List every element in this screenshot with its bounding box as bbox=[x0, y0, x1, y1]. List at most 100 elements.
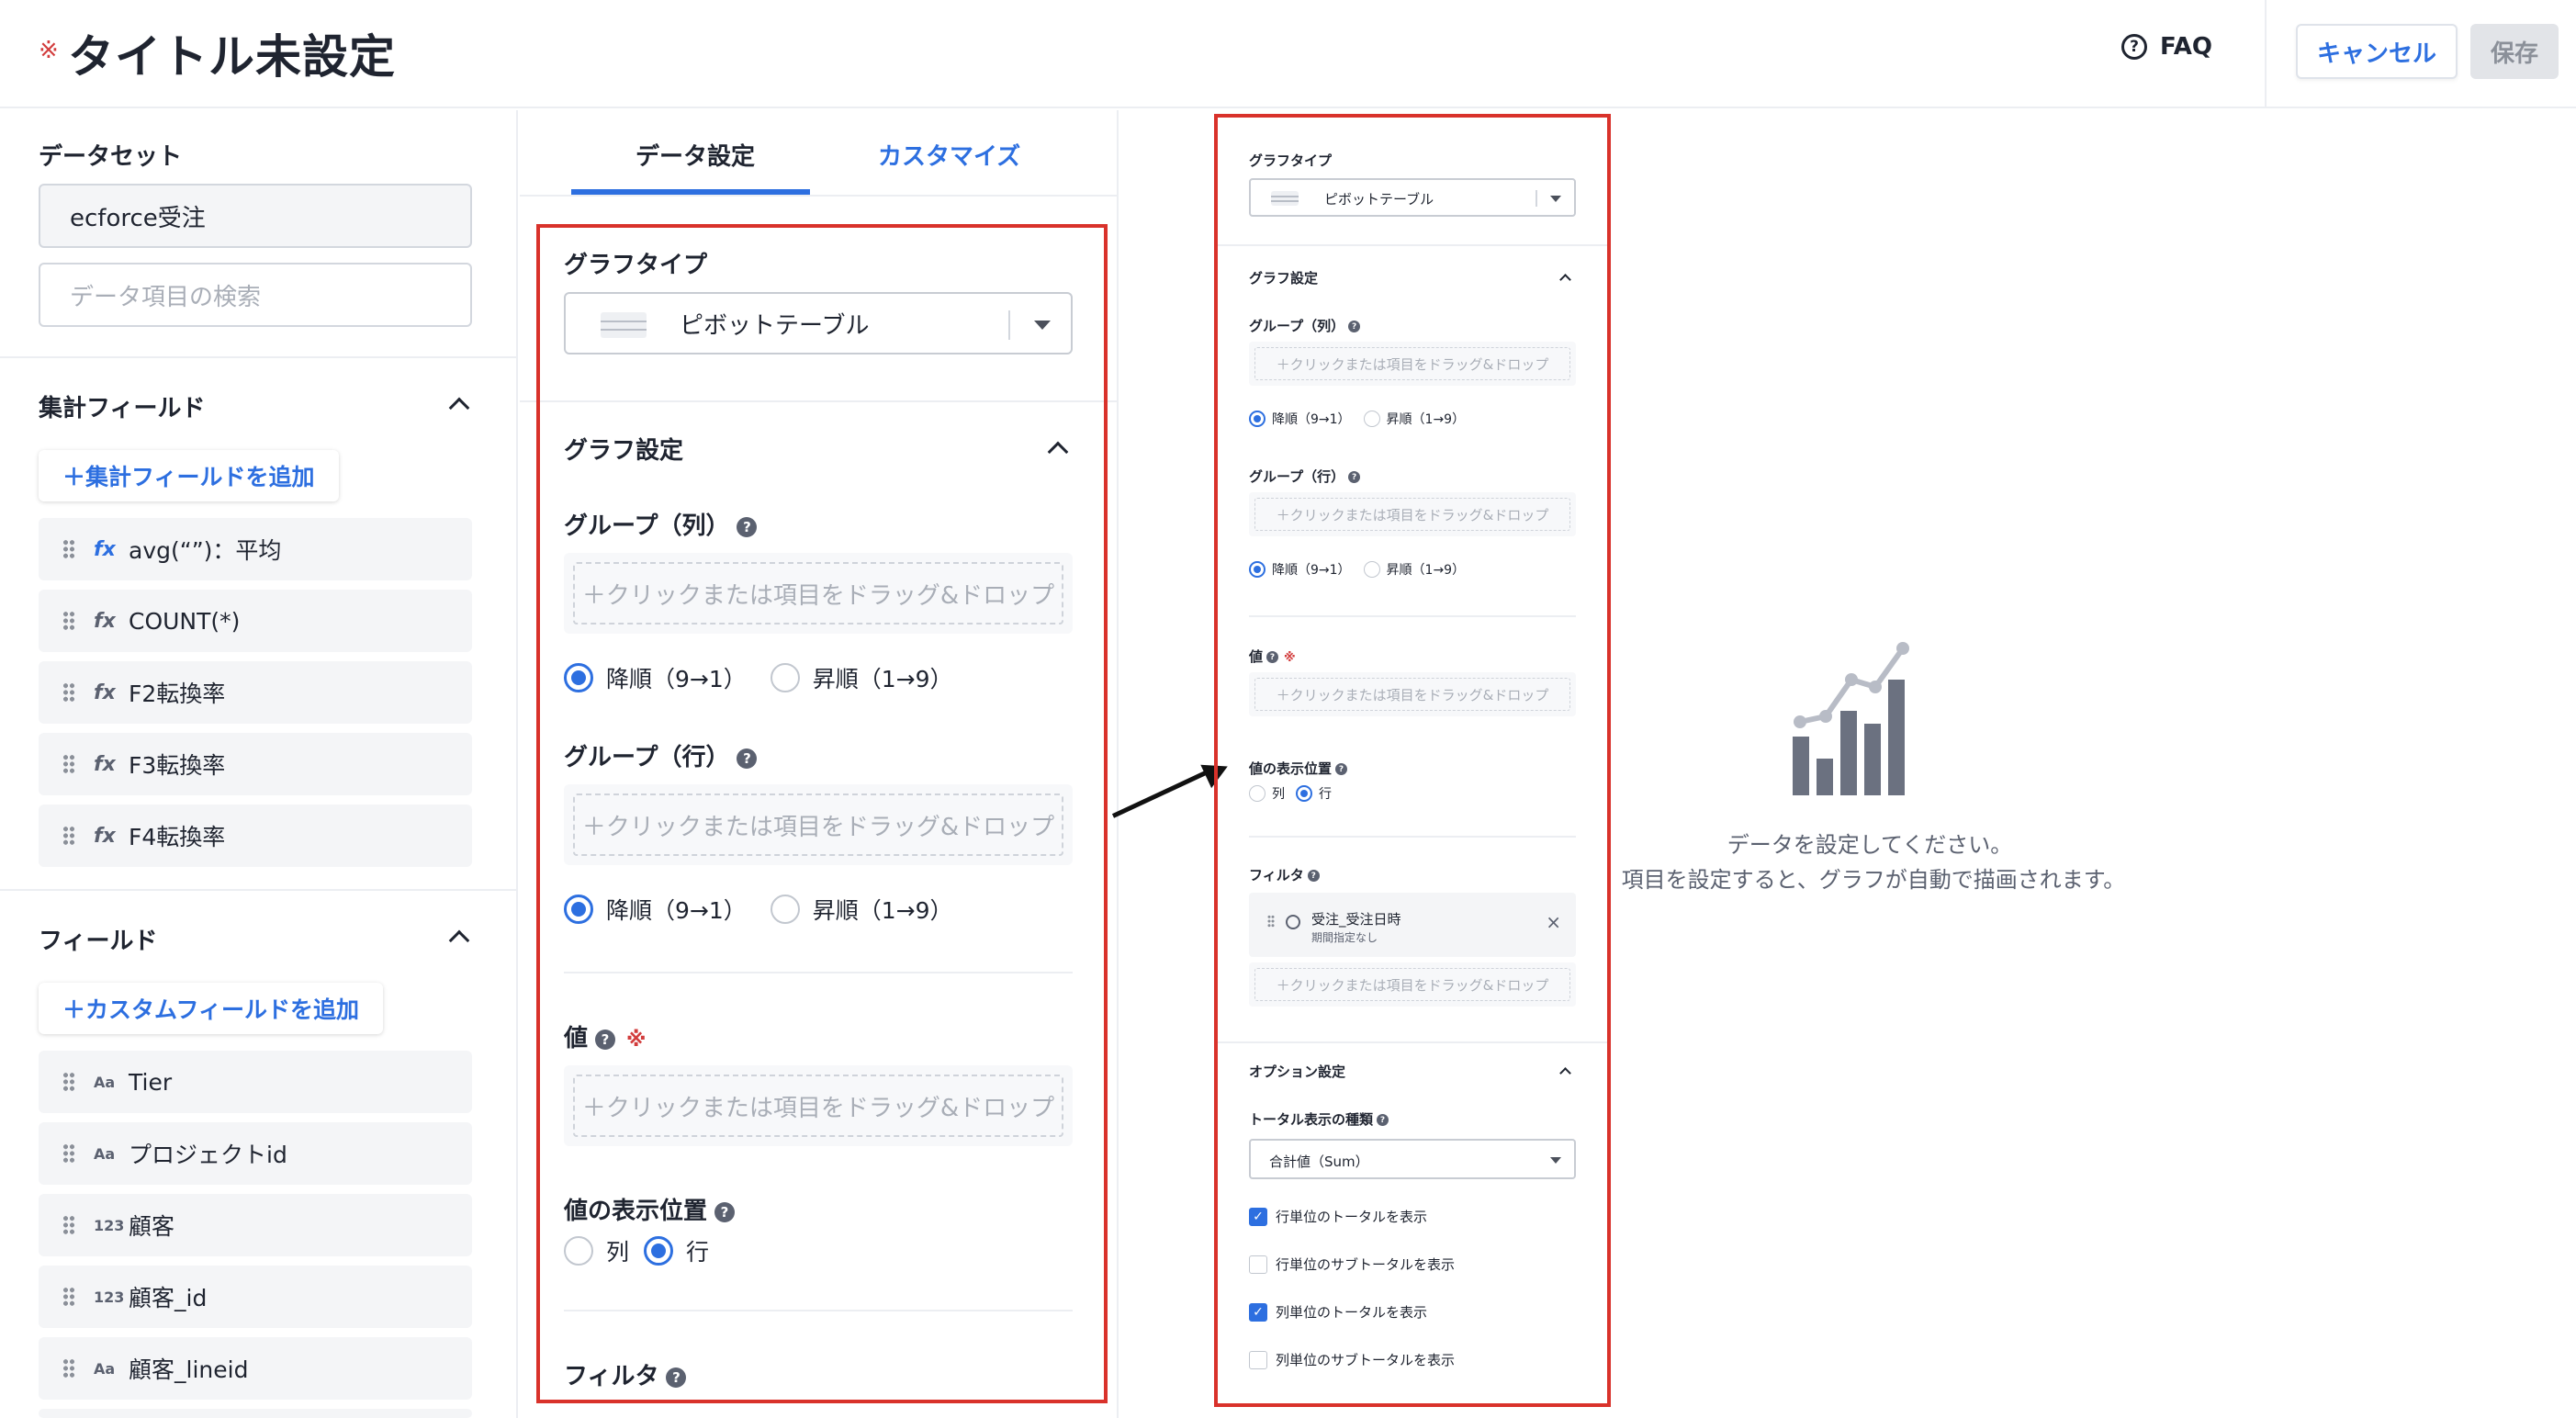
page-title[interactable]: タイトル未設定 bbox=[68, 20, 396, 86]
drag-handle-icon[interactable] bbox=[62, 1358, 75, 1379]
help-icon[interactable]: ? bbox=[1377, 1114, 1389, 1126]
row-total-checkbox[interactable]: ✓ bbox=[1249, 1207, 1267, 1226]
sort-desc-radio[interactable] bbox=[1249, 561, 1266, 578]
save-button[interactable]: 保存 bbox=[2470, 24, 2559, 79]
drag-handle-icon[interactable] bbox=[62, 539, 75, 559]
checkbox-row-subtotal[interactable]: 行単位のサブトータルを表示 bbox=[1249, 1255, 1455, 1274]
field-item[interactable] bbox=[39, 1409, 472, 1418]
group-column-label: グループ（列）? bbox=[1249, 316, 1361, 335]
close-icon[interactable]: × bbox=[1546, 911, 1561, 933]
option-settings-title: オプション設定 bbox=[1249, 1064, 1346, 1080]
position-column-label: 列 bbox=[1272, 787, 1285, 802]
help-icon[interactable]: ? bbox=[1307, 870, 1320, 882]
text-type-icon: Aa bbox=[94, 1144, 116, 1163]
field-label: COUNT(*) bbox=[129, 607, 241, 635]
aggregate-field-item[interactable]: fx COUNT(*) bbox=[39, 590, 472, 652]
dropzone-placeholder: ＋クリックまたは項目をドラッグ&ドロップ bbox=[1254, 498, 1570, 531]
filter-label: フィルタ? bbox=[1249, 865, 1320, 884]
chevron-up-icon[interactable] bbox=[448, 929, 470, 951]
aggregate-field-item[interactable]: fx F4転換率 bbox=[39, 805, 472, 867]
number-type-icon: 123 bbox=[94, 1288, 125, 1306]
chevron-up-icon[interactable] bbox=[1559, 274, 1571, 286]
fields-title: フィールド bbox=[39, 928, 158, 955]
dataset-select[interactable]: ecforce受注 bbox=[39, 184, 472, 248]
group-column-dropzone[interactable]: ＋クリックまたは項目をドラッグ&ドロップ bbox=[1249, 342, 1576, 386]
value-position-text: 値の表示位置 bbox=[1249, 760, 1333, 777]
app-header: ※ タイトル未設定 ? FAQ キャンセル 保存 bbox=[0, 0, 2576, 108]
cancel-button[interactable]: キャンセル bbox=[2296, 24, 2458, 79]
text-type-icon: Aa bbox=[94, 1359, 116, 1378]
section-divider bbox=[1218, 244, 1607, 246]
chevron-up-icon[interactable] bbox=[1559, 1067, 1571, 1079]
group-column-sort: 降順（9→1） 昇順（1→9） bbox=[1249, 410, 1465, 428]
arrow-line bbox=[1111, 770, 1209, 818]
drag-handle-icon[interactable] bbox=[62, 1287, 75, 1307]
total-type-text: トータル表示の種類 bbox=[1249, 1111, 1374, 1128]
drag-handle-icon[interactable] bbox=[62, 1072, 75, 1092]
add-custom-field-button[interactable]: ＋カスタムフィールドを追加 bbox=[39, 983, 384, 1034]
checkbox-col-total[interactable]: ✓ 列単位のトータルを表示 bbox=[1249, 1302, 1427, 1322]
field-item[interactable]: Aa 顧客_lineid bbox=[39, 1337, 472, 1400]
aggregate-field-item[interactable]: fx F3転換率 bbox=[39, 733, 472, 795]
drag-handle-icon[interactable] bbox=[62, 682, 75, 703]
help-icon[interactable]: ? bbox=[1335, 763, 1348, 775]
drag-handle-icon[interactable] bbox=[62, 754, 75, 774]
drag-handle-icon[interactable] bbox=[62, 826, 75, 846]
graph-settings-title: グラフ設定 bbox=[1249, 270, 1319, 287]
checkbox-row-total[interactable]: ✓ 行単位のトータルを表示 bbox=[1249, 1207, 1427, 1226]
col-total-checkbox[interactable]: ✓ bbox=[1249, 1302, 1267, 1322]
filter-item[interactable]: 受注_受注日時 期間指定なし × bbox=[1249, 893, 1576, 957]
sort-asc-label: 昇順（1→9） bbox=[1386, 412, 1466, 427]
drag-handle-icon[interactable] bbox=[62, 611, 75, 631]
graph-type-value: ピボットテーブル bbox=[1324, 191, 1434, 208]
checkbox-col-subtotal[interactable]: 列単位のサブトータルを表示 bbox=[1249, 1350, 1455, 1369]
field-label: 顧客_id bbox=[129, 1285, 208, 1311]
field-label: 顧客 bbox=[129, 1213, 175, 1240]
help-icon[interactable]: ? bbox=[1266, 651, 1279, 663]
sort-asc-radio[interactable] bbox=[1363, 561, 1380, 578]
faq-link[interactable]: ? FAQ bbox=[2121, 33, 2212, 61]
help-icon[interactable]: ? bbox=[1348, 321, 1361, 332]
tab-data-settings[interactable]: データ設定 bbox=[636, 138, 755, 172]
field-item[interactable]: Aa プロジェクトid bbox=[39, 1122, 472, 1185]
caret-down-icon bbox=[1550, 1157, 1561, 1164]
function-icon: fx bbox=[94, 537, 116, 561]
filter-dropzone[interactable]: ＋クリックまたは項目をドラッグ&ドロップ bbox=[1249, 962, 1576, 1007]
total-type-select[interactable]: 合計値（Sum） bbox=[1249, 1139, 1576, 1179]
drag-handle-icon[interactable] bbox=[1267, 915, 1275, 928]
field-sidebar: データセット ecforce受注 データ項目の検索 集計フィールド ＋集計フィー… bbox=[0, 110, 518, 1418]
tab-customize[interactable]: カスタマイズ bbox=[878, 138, 1020, 172]
graph-type-select[interactable]: ピボットテーブル bbox=[1249, 178, 1576, 217]
drag-handle-icon[interactable] bbox=[62, 1143, 75, 1164]
value-label: 値? ※ bbox=[1249, 647, 1296, 666]
sort-desc-radio[interactable] bbox=[1249, 411, 1266, 427]
group-row-sort: 降順（9→1） 昇順（1→9） bbox=[1249, 560, 1465, 579]
chevron-up-icon[interactable] bbox=[448, 397, 470, 419]
add-aggregate-field-button[interactable]: ＋集計フィールドを追加 bbox=[39, 450, 339, 501]
field-search-input[interactable]: データ項目の検索 bbox=[39, 263, 472, 327]
aggregate-field-item[interactable]: fx F2転換率 bbox=[39, 661, 472, 724]
row-subtotal-checkbox[interactable] bbox=[1249, 1255, 1267, 1274]
group-row-dropzone[interactable]: ＋クリックまたは項目をドラッグ&ドロップ bbox=[1249, 492, 1576, 536]
drag-handle-icon[interactable] bbox=[62, 1215, 75, 1235]
clock-icon bbox=[1286, 915, 1300, 929]
help-icon[interactable]: ? bbox=[1348, 471, 1361, 483]
tabs-divider bbox=[520, 195, 1117, 197]
field-label: F3転換率 bbox=[129, 752, 226, 779]
col-subtotal-checkbox[interactable] bbox=[1249, 1350, 1267, 1369]
title-required-mark: ※ bbox=[39, 37, 59, 64]
function-icon: fx bbox=[94, 681, 116, 704]
value-position-options: 列 行 bbox=[1249, 784, 1332, 803]
section-divider bbox=[1249, 615, 1576, 617]
position-row-radio[interactable] bbox=[1296, 785, 1312, 802]
field-item[interactable]: Aa Tier bbox=[39, 1051, 472, 1113]
filter-text: フィルタ bbox=[1249, 867, 1304, 883]
value-dropzone[interactable]: ＋クリックまたは項目をドラッグ&ドロップ bbox=[1249, 672, 1576, 716]
caret-down-icon bbox=[1550, 196, 1561, 202]
sort-asc-radio[interactable] bbox=[1363, 411, 1380, 427]
field-item[interactable]: 123 顧客 bbox=[39, 1194, 472, 1256]
aggregate-field-item[interactable]: fx avg(“”)：平均 bbox=[39, 518, 472, 580]
field-item[interactable]: 123 顧客_id bbox=[39, 1266, 472, 1328]
position-column-radio[interactable] bbox=[1249, 785, 1266, 802]
section-divider bbox=[1249, 836, 1576, 838]
